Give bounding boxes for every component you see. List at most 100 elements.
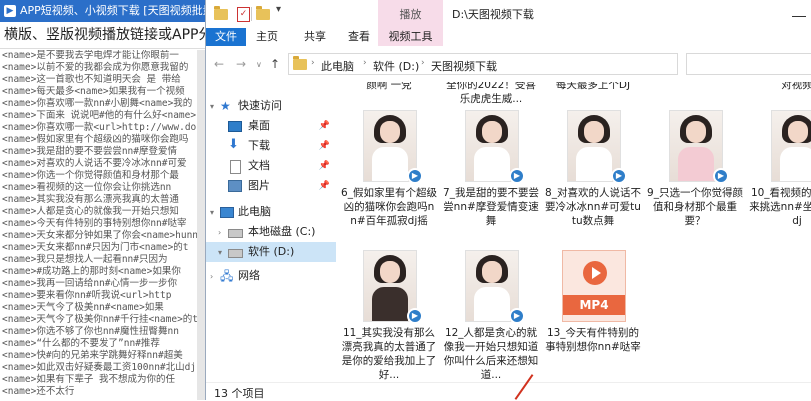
quick-access-separator bbox=[251, 7, 252, 21]
nav-documents[interactable]: 文档 📌 bbox=[206, 156, 336, 176]
background-app-heading: 横版、竖版视频播放链接或APP分享 bbox=[0, 22, 205, 49]
disk-icon bbox=[228, 249, 243, 258]
back-arrow-icon[interactable]: ← bbox=[214, 57, 224, 71]
breadcrumb-separator-icon[interactable]: › bbox=[363, 58, 367, 68]
recent-locations-icon[interactable]: ∨ bbox=[256, 60, 262, 69]
video-badge-icon: ▶ bbox=[611, 168, 627, 184]
file-name: 11_其实我没有那么漂亮我真的太普通了是你的爱给我加上了好... bbox=[341, 327, 437, 381]
link-line: <name>如此双击好疑奏最工资100nn#北山dj bbox=[2, 362, 197, 373]
tab-home[interactable]: 主页 bbox=[250, 28, 284, 46]
nav-downloads[interactable]: ⬇ 下载 📌 bbox=[206, 136, 336, 156]
file-name: 全你的2022！受喜乐虎虎生威... bbox=[446, 82, 536, 105]
pin-icon: 📌 bbox=[318, 161, 330, 171]
link-line: <name>快#向的兄弟来学跳舞好释nn#超美 bbox=[2, 350, 183, 361]
file-name: 12_人都是贪心的就像我一开始只想知道你叫什么后来还想知道... bbox=[443, 327, 539, 381]
chevron-right-icon[interactable]: › bbox=[218, 223, 221, 243]
folder-icon bbox=[214, 6, 228, 21]
link-line: <name>今天有件特别的事特别想你nn#哒宰 bbox=[2, 218, 187, 229]
link-line: <name>假如家里有个超级凶的猫咪你会跑吗 bbox=[2, 134, 189, 145]
file-name: 10_看视频的这会你来挑选nn#坐山虎斗dj bbox=[749, 187, 811, 227]
file-name: 颜啊 一党 bbox=[366, 82, 412, 91]
link-line: <name>以前不爱的我都会成为你愿意我留的 bbox=[2, 62, 189, 73]
address-bar[interactable]: › 此电脑 › 软件 (D:) › 天图视频下载 bbox=[288, 53, 678, 75]
chevron-down-icon[interactable]: ▾ bbox=[218, 243, 222, 263]
nav-quick-access[interactable]: ▾ ★ 快速访问 bbox=[206, 96, 336, 116]
link-line: <name>这一首歌也不知道明天会 是 带给 bbox=[2, 74, 181, 85]
breadcrumb-folder[interactable]: 天图视频下载 bbox=[431, 58, 497, 74]
nav-local-disk-c[interactable]: › 本地磁盘 (C:) bbox=[206, 222, 336, 242]
link-line: <name>你喜欢哪一款<url>http://www.douy bbox=[2, 122, 205, 133]
chevron-down-icon[interactable]: ▾ bbox=[276, 4, 290, 18]
app-logo-icon: ▶ bbox=[4, 5, 16, 17]
disk-icon bbox=[228, 229, 243, 238]
document-icon bbox=[230, 160, 241, 174]
up-arrow-icon[interactable]: ↑ bbox=[270, 57, 280, 71]
link-text-area[interactable]: <name>是不要我去学电焊才能让你眼前一 <name>以前不爱的我都会成为你愿意… bbox=[0, 50, 205, 400]
video-badge-icon: ▶ bbox=[407, 308, 423, 324]
folder-icon bbox=[293, 56, 307, 70]
link-line: <name>你喜欢哪一款nn#小剧舞<name>我的 bbox=[2, 98, 193, 109]
forward-arrow-icon[interactable]: → bbox=[236, 57, 246, 71]
chevron-right-icon[interactable]: › bbox=[210, 267, 213, 287]
nav-desktop[interactable]: 桌面 📌 bbox=[206, 116, 336, 136]
breadcrumb-drive-d[interactable]: 软件 (D:) bbox=[373, 58, 419, 74]
link-line: <name>其实我没有那么漂亮我真的太普通 bbox=[2, 194, 179, 205]
star-icon: ★ bbox=[220, 99, 231, 113]
contextual-tab-header-play: 播放 bbox=[378, 0, 443, 28]
tab-file[interactable]: 文件 bbox=[206, 28, 246, 46]
breadcrumb-this-pc[interactable]: 此电脑 bbox=[321, 58, 354, 74]
nav-this-pc[interactable]: ▾ 此电脑 bbox=[206, 202, 336, 222]
nav-software-d[interactable]: ▾ 软件 (D:) bbox=[206, 242, 336, 262]
file-name: 对视频 bbox=[781, 82, 811, 91]
status-bar: 13 个项目 bbox=[206, 382, 811, 401]
file-name: 8_对喜欢的人说话不要冷冰冰nn#可爱tutu数点舞 bbox=[545, 187, 641, 227]
navigation-pane: ▾ ★ 快速访问 桌面 📌 ⬇ 下载 📌 文档 📌 图片 📌 ▾ 此电脑 › 本… bbox=[206, 82, 336, 382]
link-line: <name>你选不够了你也nn#魔性扭臀舞nn bbox=[2, 326, 179, 337]
chevron-down-icon[interactable]: ▾ bbox=[210, 97, 214, 117]
network-icon: 🖧 bbox=[220, 269, 234, 283]
window-title: D:\天图视频下载 bbox=[452, 8, 534, 21]
link-line: <name>下面来 说说吧#他的有什么好<name> bbox=[2, 110, 197, 121]
video-badge-icon: ▶ bbox=[713, 168, 729, 184]
file-name: 9_只选一个你觉得颜值和身材那个最重要？ bbox=[647, 187, 743, 227]
address-row: ← → ∨ ↑ › 此电脑 › 软件 (D:) › 天图视频下载 bbox=[206, 46, 811, 82]
link-line: <name>我再一回请给nn#心情一步一步你 bbox=[2, 278, 177, 289]
background-app-window: ▶ APP短视频、小视频下载 [天图视频批量 横版、竖版视频播放链接或APP分享 … bbox=[0, 0, 205, 400]
video-badge-icon: ▶ bbox=[509, 168, 525, 184]
nav-network[interactable]: › 🖧 网络 bbox=[206, 266, 336, 286]
new-folder-icon[interactable] bbox=[256, 6, 270, 21]
breadcrumb-separator-icon[interactable]: › bbox=[421, 58, 425, 68]
file-name: 13_今天有件特别的事特别想你nn#哒宰 bbox=[545, 327, 641, 353]
video-badge-icon: ▶ bbox=[407, 168, 423, 184]
breadcrumb-separator-icon[interactable]: › bbox=[311, 58, 315, 68]
link-line: <name>对喜欢的人说话不要冷冰冰nn#可爱 bbox=[2, 158, 187, 169]
background-app-scrollbar[interactable] bbox=[197, 50, 205, 400]
file-name: 7_我是甜的要不要尝尝nn#摩登爱情变速舞 bbox=[443, 187, 539, 227]
chevron-down-icon[interactable]: ▾ bbox=[210, 203, 214, 223]
pin-icon: 📌 bbox=[318, 141, 330, 151]
link-line: <name>还不太行 bbox=[2, 386, 75, 397]
background-app-title: APP短视频、小视频下载 [天图视频批量 bbox=[20, 4, 205, 17]
background-app-titlebar: ▶ APP短视频、小视频下载 [天图视频批量 bbox=[0, 0, 205, 22]
file-explorer-window: ✓ ▾ 播放 D:\天图视频下载 文件 主页 共享 查看 视频工具 ← → ∨ … bbox=[205, 0, 811, 401]
properties-icon[interactable]: ✓ bbox=[237, 7, 251, 22]
link-line: <name>我只是想找人一起看nn#只因为 bbox=[2, 254, 168, 265]
nav-pictures[interactable]: 图片 📌 bbox=[206, 176, 336, 196]
minimize-icon[interactable] bbox=[792, 16, 806, 17]
link-line: <name>#成功路上的那时刻<name>如果你 bbox=[2, 266, 181, 277]
video-badge-icon: ▶ bbox=[509, 308, 525, 324]
tab-share[interactable]: 共享 bbox=[298, 28, 332, 46]
link-line: <name>人都是贪心的就像我一开始只想知 bbox=[2, 206, 179, 217]
tab-view[interactable]: 查看 bbox=[342, 28, 376, 46]
link-line: <name>我是甜的要不要尝尝nn#摩登爱情 bbox=[2, 146, 177, 157]
link-line: <name>天女来都分钟如果了你会<name>hunnan bbox=[2, 230, 205, 241]
link-line: <name>你选一个你觉得颜值和身材那个最 bbox=[2, 170, 179, 181]
download-icon: ⬇ bbox=[228, 137, 239, 152]
search-input[interactable] bbox=[686, 53, 811, 75]
link-line: <name>是不要我去学电焊才能让你眼前一 bbox=[2, 50, 179, 61]
tab-video-tools[interactable]: 视频工具 bbox=[378, 28, 443, 46]
explorer-titlebar: ✓ ▾ 播放 D:\天图视频下载 bbox=[206, 0, 811, 28]
file-name: 每天最多上个DJ bbox=[555, 82, 631, 91]
link-line: <name>如果有下辈子 我不想成为你的任 bbox=[2, 374, 176, 385]
file-list: 颜啊 一党 全你的2022！受喜乐虎虎生威... 每天最多上个DJ 对视频 ▶ … bbox=[339, 82, 811, 382]
